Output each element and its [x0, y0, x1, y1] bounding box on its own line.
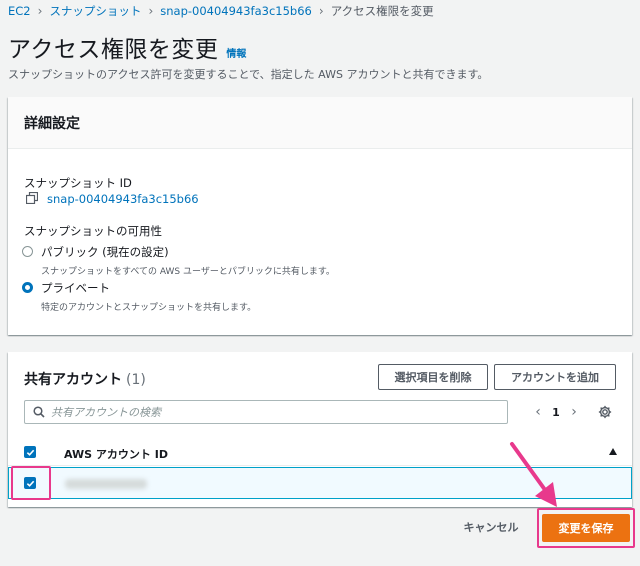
- chevron-right-icon: ›: [37, 4, 43, 18]
- breadcrumb-snapshot-id[interactable]: snap-00404943fa3c15b66: [160, 4, 312, 18]
- column-header-account-id[interactable]: AWS アカウント ID: [64, 446, 168, 462]
- annotation-highlight-checkbox: [11, 466, 51, 500]
- snapshot-id-label: スナップショット ID: [24, 176, 132, 190]
- details-panel-header: 詳細設定: [8, 97, 632, 149]
- gear-icon[interactable]: [598, 405, 612, 419]
- shared-accounts-count: (1): [126, 372, 146, 388]
- page-title: アクセス権限を変更: [8, 37, 219, 63]
- sort-ascending-icon[interactable]: [609, 448, 617, 455]
- radio-private[interactable]: プライベート 特定のアカウントとスナップショットを共有します。: [22, 280, 256, 313]
- radio-private-label: プライベート: [41, 281, 110, 295]
- remove-selected-button[interactable]: 選択項目を削除: [378, 364, 488, 390]
- details-heading: 詳細設定: [24, 116, 80, 132]
- chevron-right-icon: ›: [148, 4, 154, 18]
- annotation-highlight-save: [537, 508, 635, 548]
- page-number[interactable]: 1: [548, 406, 564, 419]
- info-link[interactable]: 情報: [226, 45, 246, 60]
- cancel-button[interactable]: キャンセル: [448, 516, 534, 538]
- radio-public-description: スナップショットをすべての AWS ユーザーとパブリックに共有します。: [41, 267, 335, 277]
- breadcrumb: EC2 › スナップショット › snap-00404943fa3c15b66 …: [8, 3, 434, 19]
- radio-private-description: 特定のアカウントとスナップショットを共有します。: [41, 303, 257, 313]
- availability-label: スナップショットの可用性: [24, 224, 162, 238]
- radio-button[interactable]: [22, 246, 33, 257]
- add-account-button[interactable]: アカウントを追加: [494, 364, 616, 390]
- shared-accounts-heading: 共有アカウント (1): [24, 369, 146, 389]
- table-row[interactable]: [8, 467, 632, 499]
- snapshot-id-row: snap-00404943fa3c15b66: [25, 191, 199, 206]
- page-description: スナップショットのアクセス許可を変更することで、指定した AWS アカウントと共…: [8, 68, 489, 81]
- page-header: アクセス権限を変更 情報: [8, 30, 246, 64]
- blurred-account-id: [65, 479, 147, 489]
- shared-accounts-panel: 共有アカウント (1) 選択項目を削除 アカウントを追加 共有アカウントの検索 ‹…: [8, 352, 632, 507]
- pagination: ‹ 1 ›: [528, 402, 584, 422]
- radio-button-selected[interactable]: [22, 282, 33, 293]
- chevron-right-icon: ›: [318, 4, 324, 18]
- radio-public[interactable]: パブリック (現在の設定) スナップショットをすべての AWS ユーザーとパブリ…: [22, 244, 335, 277]
- breadcrumb-ec2[interactable]: EC2: [8, 4, 31, 18]
- search-input[interactable]: 共有アカウントの検索: [24, 400, 508, 424]
- copy-icon[interactable]: [25, 191, 40, 206]
- details-panel: 詳細設定 スナップショット ID snap-00404943fa3c15b66 …: [8, 97, 632, 335]
- chevron-right-icon[interactable]: ›: [564, 404, 584, 420]
- search-icon: [33, 406, 45, 418]
- radio-public-label: パブリック (現在の設定): [41, 245, 169, 259]
- table-header: AWS アカウント ID: [8, 438, 632, 466]
- snapshot-id-value[interactable]: snap-00404943fa3c15b66: [47, 192, 199, 206]
- checkbox-checked-icon: [26, 449, 34, 456]
- chevron-left-icon[interactable]: ‹: [528, 404, 548, 420]
- shared-accounts-title: 共有アカウント: [24, 372, 122, 388]
- breadcrumb-snapshots[interactable]: スナップショット: [49, 3, 141, 19]
- breadcrumb-current: アクセス権限を変更: [330, 4, 434, 18]
- select-all-checkbox[interactable]: [24, 446, 36, 458]
- search-placeholder: 共有アカウントの検索: [51, 406, 161, 419]
